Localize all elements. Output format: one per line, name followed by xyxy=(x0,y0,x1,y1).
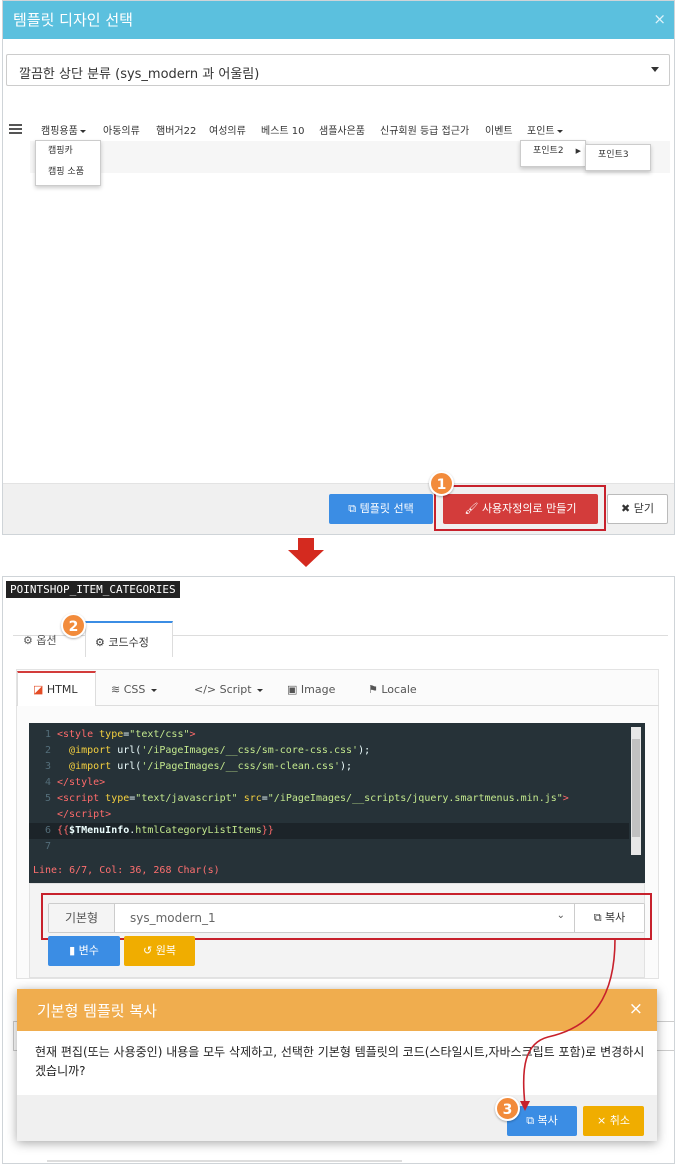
nav-item-point[interactable]: 포인트 xyxy=(527,122,563,137)
nav-item-hamburger[interactable]: 햄버거22 xyxy=(156,122,196,137)
editor-scrollbar[interactable] xyxy=(631,727,641,855)
undo-icon: ↺ xyxy=(143,944,153,957)
submenu-item[interactable]: 캠핑 소품 xyxy=(36,162,100,183)
submenu-item[interactable]: 캠핑카 xyxy=(36,141,100,162)
copy-template-dialog: 기본형 템플릿 복사 × 현재 편집(또는 사용중인) 내용을 모두 삭제하고,… xyxy=(17,989,657,1141)
copy-icon: ⧉ xyxy=(593,911,602,924)
nav-item-event[interactable]: 이벤트 xyxy=(485,122,513,137)
copy-icon: ⧉ xyxy=(348,502,357,515)
template-select-value: 깔끔한 상단 분류 (sys_modern 과 어울림) xyxy=(19,67,260,82)
template-select[interactable]: 깔끔한 상단 분류 (sys_modern 과 어울림) xyxy=(6,54,670,86)
locale-icon: ⚑ xyxy=(368,683,378,696)
submenu-point: 포인트2 ▶ xyxy=(520,140,586,167)
subtab-css[interactable]: ≋ CSS xyxy=(111,683,157,696)
dialog-cancel-button[interactable]: × 취소 xyxy=(583,1106,644,1136)
subtab-html[interactable]: ◪ HTML xyxy=(17,671,96,706)
editor-status: Line: 6/7, Col: 36, 268 Char(s) xyxy=(33,865,220,876)
close-icon[interactable]: × xyxy=(653,10,666,28)
preset-select-group: 기본형 sys_modern_1 ⌄ ⧉ 복사 xyxy=(48,903,645,933)
template-design-modal: 템플릿 디자인 선택 × 깔끔한 상단 분류 (sys_modern 과 어울림… xyxy=(2,0,675,535)
submenu-camping: 캠핑카 캠핑 소품 xyxy=(35,140,101,186)
subtab-locale[interactable]: ⚑ Locale xyxy=(368,683,417,696)
nav-item-best10[interactable]: 베스트 10 xyxy=(261,122,305,137)
scrollbar-thumb[interactable] xyxy=(632,739,640,837)
code-line: 3 @import url('/iPageImages/__css/sm-cle… xyxy=(44,761,353,772)
caret-right-icon: ▶ xyxy=(575,147,581,155)
bottom-divider xyxy=(47,1160,402,1162)
chevron-down-icon xyxy=(651,67,659,72)
close-icon[interactable]: × xyxy=(629,999,643,1019)
category-editor-panel: POINTSHOP_ITEM_CATEGORIES ⚙ 옵션 ⚙ 코드수정 2 … xyxy=(2,576,675,1164)
step-badge-3: 3 xyxy=(495,1096,520,1121)
preset-label: 기본형 xyxy=(49,904,115,932)
caret-down-icon xyxy=(556,129,563,133)
dialog-message: 현재 편집(또는 사용중인) 내용을 모두 삭제하고, 선택한 기본형 템플릿의… xyxy=(35,1045,645,1078)
code-line: 5 <script type="text/javascript" src="/iP… xyxy=(44,793,569,804)
book-icon: ▮ xyxy=(69,944,76,957)
image-icon: ▣ xyxy=(287,683,298,696)
code-line: 2 @import url('/iPageImages/__css/sm-cor… xyxy=(44,745,371,756)
submenu-point2: 포인트3 xyxy=(585,144,651,171)
code-line-active: 6 {{$TMenuInfo.htmlCategoryListItems}} xyxy=(29,823,629,839)
template-select-button[interactable]: ⧉ 템플릿 선택 xyxy=(329,494,433,524)
subtab-script[interactable]: </> Script xyxy=(194,683,264,696)
nav-item-camping[interactable]: 캠핑용품 xyxy=(41,122,86,137)
customize-button[interactable]: 🖌 사용자정의로 만들기 xyxy=(443,494,598,524)
dialog-header: 기본형 템플릿 복사 × xyxy=(17,989,657,1031)
step-badge-2: 2 xyxy=(61,613,86,638)
submenu-item[interactable]: 포인트2 ▶ xyxy=(521,141,585,162)
caret-down-icon xyxy=(257,688,264,692)
code-line: </script> xyxy=(57,809,112,820)
revert-button[interactable]: ↺ 원복 xyxy=(124,936,195,966)
subtab-image[interactable]: ▣ Image xyxy=(287,683,335,696)
code-icon: </> xyxy=(194,683,217,696)
submenu-item[interactable]: 포인트3 xyxy=(586,145,650,166)
code-editor[interactable]: 1 <style type="text/css"> 2 @import url('… xyxy=(29,723,645,883)
modal-title: 템플릿 디자인 선택 xyxy=(13,11,133,29)
variables-button[interactable]: ▮ 변수 xyxy=(48,936,120,966)
dialog-title: 기본형 템플릿 복사 xyxy=(37,1002,157,1020)
chevron-down-icon: ⌄ xyxy=(556,910,565,921)
html5-icon: ◪ xyxy=(33,683,44,696)
preset-select[interactable]: sys_modern_1 ⌄ xyxy=(116,904,573,932)
caret-down-icon xyxy=(79,129,86,133)
gears-icon: ⚙ xyxy=(95,636,105,649)
step-badge-1: 1 xyxy=(429,471,454,496)
nav-item-new-member[interactable]: 신규회원 등급 접근가 xyxy=(380,122,469,137)
css3-icon: ≋ xyxy=(111,683,121,696)
background-field xyxy=(655,1021,674,1051)
brush-icon: 🖌 xyxy=(464,502,479,515)
caret-down-icon xyxy=(150,688,157,692)
preset-copy-button[interactable]: ⧉ 복사 xyxy=(574,904,644,932)
down-arrow-icon xyxy=(288,538,324,567)
close-icon: ✖ xyxy=(621,502,631,515)
gear-icon: ⚙ xyxy=(23,634,33,647)
copy-icon: ⧉ xyxy=(526,1114,535,1127)
close-button[interactable]: ✖ 닫기 xyxy=(607,494,668,524)
code-line: 4 </style> xyxy=(44,777,106,788)
code-line: 7 xyxy=(44,841,51,852)
preset-select-value: sys_modern_1 xyxy=(130,911,216,925)
panel-title: POINTSHOP_ITEM_CATEGORIES xyxy=(6,581,180,598)
modal-header: 템플릿 디자인 선택 × xyxy=(3,1,674,39)
nav-item-women[interactable]: 여성의류 xyxy=(209,122,246,137)
subtab-divider xyxy=(16,705,659,706)
code-line: 1 <style type="text/css"> xyxy=(44,729,196,740)
nav-item-sample[interactable]: 샘플사은품 xyxy=(319,122,365,137)
close-icon: × xyxy=(597,1114,607,1127)
nav-item-kids[interactable]: 아동의류 xyxy=(103,122,140,137)
tab-options[interactable]: ⚙ 옵션 xyxy=(23,632,57,648)
hamburger-icon[interactable] xyxy=(9,124,22,136)
tab-code-edit[interactable]: ⚙ 코드수정 xyxy=(85,621,173,657)
